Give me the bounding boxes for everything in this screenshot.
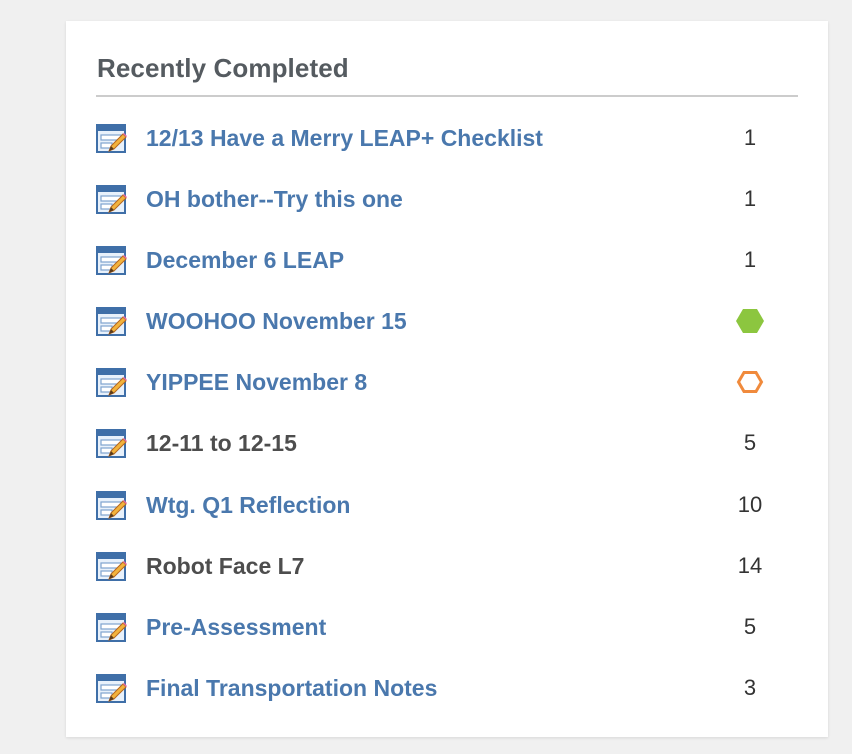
item-count: 10 (737, 491, 763, 517)
item-title[interactable]: Pre-Assessment (146, 613, 326, 641)
list-item: OH bother--Try this one 1 (66, 168, 828, 229)
item-title[interactable]: WOOHOO November 15 (146, 307, 407, 335)
form-edit-icon (96, 124, 127, 153)
item-title[interactable]: Wtg. Q1 Reflection (146, 491, 350, 519)
form-edit-icon (96, 490, 127, 520)
item-title[interactable]: OH bother--Try this one (146, 185, 403, 213)
list-item: 12-11 to 12-15 5 (66, 412, 828, 473)
filled-hexagon-icon (736, 309, 764, 334)
list-item: December 6 LEAP 1 (66, 229, 828, 290)
item-title[interactable]: 12/13 Have a Merry LEAP+ Checklist (146, 124, 543, 152)
form-edit-icon (96, 551, 127, 581)
item-count: 5 (743, 430, 757, 456)
form-edit-icon (96, 368, 127, 398)
outline-hexagon-icon (736, 371, 764, 394)
item-count: 1 (743, 125, 757, 150)
form-edit-icon (96, 307, 127, 337)
form-edit-icon (96, 185, 127, 215)
item-title: Robot Face L7 (146, 552, 305, 579)
form-edit-icon (96, 429, 127, 459)
panel-title: Recently Completed (97, 53, 349, 83)
item-count: 5 (743, 613, 757, 639)
item-count: 1 (743, 247, 757, 273)
list-item: Robot Face L7 14 (66, 535, 828, 596)
item-count: 3 (743, 674, 757, 700)
completed-list: 12/13 Have a Merry LEAP+ Checklist 1 OH bo… (66, 107, 828, 718)
title-divider (96, 95, 798, 97)
item-title[interactable]: YIPPEE November 8 (146, 368, 367, 396)
list-item: WOOHOO November 15 (66, 290, 828, 351)
item-title: 12-11 to 12-15 (146, 430, 297, 457)
list-item: YIPPEE November 8 (66, 351, 828, 412)
list-item: Pre-Assessment 5 (66, 596, 828, 657)
list-item: 12/13 Have a Merry LEAP+ Checklist 1 (66, 107, 828, 168)
list-item: Wtg. Q1 Reflection 10 (66, 474, 828, 535)
item-title[interactable]: December 6 LEAP (146, 246, 344, 274)
list-item: Final Transportation Notes 3 (66, 657, 828, 718)
item-title[interactable]: Final Transportation Notes (146, 674, 437, 702)
form-edit-icon (96, 612, 127, 642)
recently-completed-panel: Recently Completed 12/13 Have a Merry LE… (66, 21, 828, 737)
item-count: 1 (743, 186, 757, 212)
item-count: 14 (737, 552, 763, 578)
form-edit-icon (96, 246, 127, 276)
form-edit-icon (96, 673, 127, 703)
